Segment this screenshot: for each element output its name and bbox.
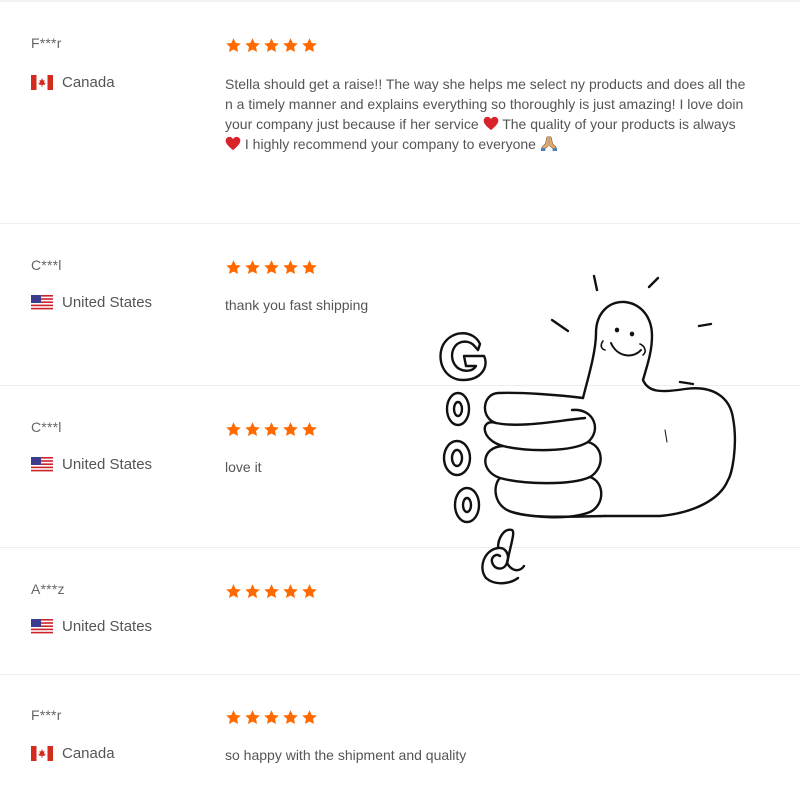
star-rating (225, 37, 318, 54)
star-icon (245, 260, 260, 275)
country-label: United States (62, 294, 153, 311)
star-icon (226, 38, 241, 53)
review-text-line: I highly recommend your company to every… (225, 134, 800, 154)
star-icon (283, 260, 298, 275)
usa-flag-icon (31, 619, 53, 634)
usa-flag-icon (31, 295, 53, 310)
canada-flag-icon (31, 746, 53, 761)
star-rating (225, 421, 318, 438)
reviewer-country: United States (31, 456, 152, 473)
review-item: F***r Canada so happy with the shipment … (0, 675, 800, 800)
star-icon (302, 422, 317, 437)
star-icon (226, 584, 241, 599)
usa-flag-icon (31, 457, 53, 472)
star-icon (245, 584, 260, 599)
reviewer-name: F***r (31, 35, 62, 51)
star-icon (245, 422, 260, 437)
reviewer-name: C***l (31, 419, 62, 435)
country-label: United States (62, 618, 153, 635)
star-icon (226, 260, 241, 275)
review-text-line: Stella should get a raise!! The way she … (225, 76, 746, 92)
star-icon (264, 38, 279, 53)
review-text-line: n a timely manner and explains everythin… (225, 96, 744, 112)
heart-icon (225, 136, 241, 151)
star-icon (302, 38, 317, 53)
review-text: Stella should get a raise!! The way she … (225, 74, 800, 154)
star-rating (225, 259, 318, 276)
star-rating (225, 709, 318, 726)
reviewer-country: Canada (31, 74, 115, 91)
star-icon (302, 710, 317, 725)
reviewer-name: A***z (31, 581, 65, 597)
reviewer-name: F***r (31, 707, 62, 723)
star-icon (283, 422, 298, 437)
star-icon (264, 710, 279, 725)
country-label: Canada (62, 74, 115, 91)
star-icon (283, 584, 298, 599)
thumbs-up-icon (439, 274, 737, 585)
review-item: F***r Canada Stella should get a raise!!… (0, 2, 800, 224)
star-icon (245, 38, 260, 53)
star-icon (226, 422, 241, 437)
star-rating (225, 583, 318, 600)
canada-flag-icon (31, 75, 53, 90)
reviewer-name: C***l (31, 257, 62, 273)
review-text-line: your company just because if her service… (225, 116, 736, 132)
star-icon (283, 38, 298, 53)
star-icon (264, 584, 279, 599)
star-icon (302, 260, 317, 275)
star-icon (302, 584, 317, 599)
star-icon (283, 710, 298, 725)
country-label: Canada (62, 745, 115, 762)
country-label: United States (62, 456, 153, 473)
reviewer-country: Canada (31, 745, 115, 762)
reviewer-country: United States (31, 618, 152, 635)
star-icon (264, 260, 279, 275)
review-text: so happy with the shipment and quality (225, 747, 467, 763)
star-icon (245, 710, 260, 725)
star-icon (226, 710, 241, 725)
reviewer-country: United States (31, 294, 152, 311)
praying-hands-icon (540, 135, 557, 151)
star-icon (264, 422, 279, 437)
heart-icon (483, 116, 498, 131)
